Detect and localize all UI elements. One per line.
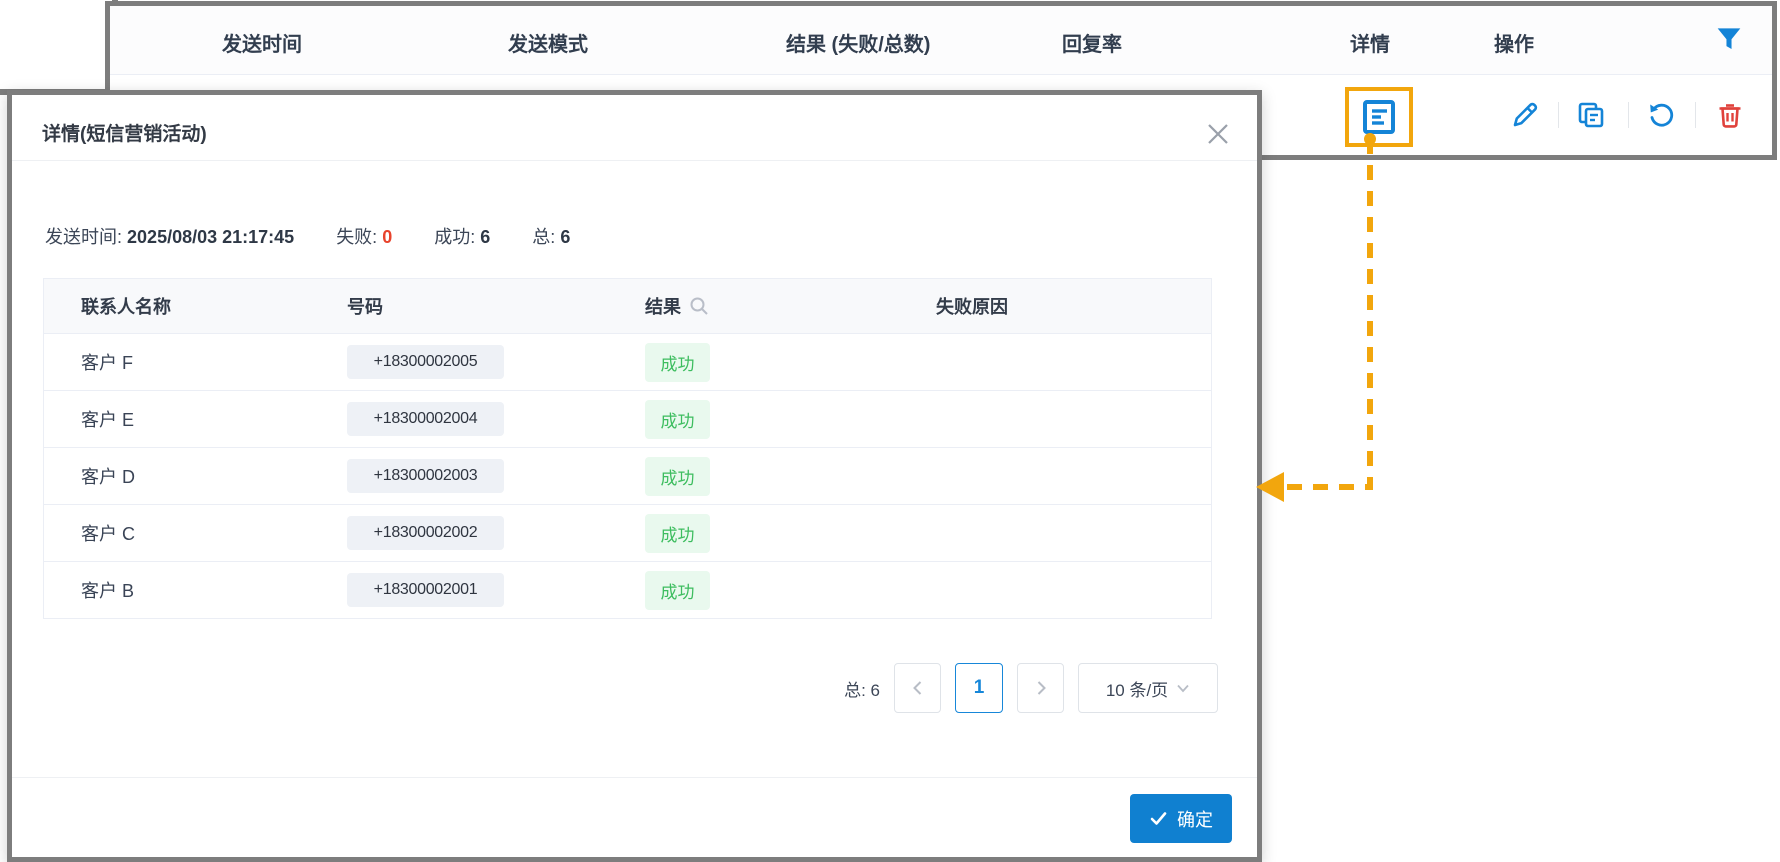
pagination: 总: 6 1 10 条/页 [844, 663, 1218, 713]
result-badge: 成功 [645, 571, 710, 610]
failed-stat: 失败: 0 [336, 223, 392, 249]
col-header-send-time: 发送时间 [222, 28, 302, 57]
failed-label: 失败: [336, 227, 377, 247]
success-value: 6 [480, 227, 490, 247]
background-panel-fragment [0, 0, 118, 95]
action-separator [1628, 102, 1629, 128]
table-row: 客户 D +18300002003 成功 [44, 447, 1211, 504]
col-header-send-mode: 发送模式 [508, 28, 588, 57]
col-header-contact-name: 联系人名称 [44, 293, 314, 319]
contact-name: 客户 F [44, 349, 314, 375]
next-page-button[interactable] [1017, 663, 1064, 713]
phone-number: +18300002005 [347, 345, 504, 379]
col-header-result: 结果 (失败/总数) [786, 28, 930, 57]
modal-header: 详情(短信营销活动) [12, 95, 1257, 161]
pagination-total: 总: 6 [844, 676, 880, 701]
campaign-table-header-row: 发送时间 发送模式 结果 (失败/总数) 回复率 详情 操作 [110, 6, 1772, 75]
result-badge: 成功 [645, 457, 710, 496]
current-page-button[interactable]: 1 [955, 663, 1003, 713]
phone-number: +18300002001 [347, 573, 504, 607]
details-modal: 详情(短信营销活动) 发送时间: 2025/08/03 21:17:45 失败:… [7, 90, 1262, 862]
total-stat: 总: 6 [532, 223, 570, 249]
result-badge: 成功 [645, 400, 710, 439]
col-header-actions: 操作 [1494, 28, 1534, 57]
action-separator [1695, 102, 1696, 128]
chevron-down-icon [1176, 681, 1190, 695]
result-badge: 成功 [645, 343, 710, 382]
success-stat: 成功: 6 [434, 223, 490, 249]
close-x-icon[interactable] [1205, 121, 1231, 147]
filter-funnel-icon[interactable] [1713, 23, 1745, 55]
success-label: 成功: [434, 227, 475, 247]
confirm-button[interactable]: 确定 [1130, 794, 1232, 843]
delete-trash-icon[interactable] [1715, 100, 1745, 130]
contact-name: 客户 E [44, 406, 314, 432]
result-badge: 成功 [645, 514, 710, 553]
send-time-value: 2025/08/03 21:17:45 [127, 227, 294, 247]
contact-name: 客户 D [44, 463, 314, 489]
contact-name: 客户 B [44, 577, 314, 603]
col-header-number: 号码 [314, 293, 612, 319]
prev-page-button[interactable] [894, 663, 941, 713]
contact-name: 客户 C [44, 520, 314, 546]
modal-title: 详情(短信营销活动) [42, 119, 207, 146]
search-icon[interactable] [689, 296, 709, 316]
phone-number: +18300002002 [347, 516, 504, 550]
send-summary-row: 发送时间: 2025/08/03 21:17:45 失败: 0 成功: 6 总:… [45, 223, 612, 249]
table-row: 客户 C +18300002002 成功 [44, 504, 1211, 561]
col-header-fail-reason: 失败原因 [903, 293, 1213, 319]
phone-number: +18300002003 [347, 459, 504, 493]
phone-number: +18300002004 [347, 402, 504, 436]
total-value: 6 [560, 227, 570, 247]
col-header-detail: 详情 [1350, 28, 1390, 57]
table-row: 客户 B +18300002001 成功 [44, 561, 1211, 618]
annotation-dashed-arrow [1252, 130, 1382, 510]
copy-icon[interactable] [1576, 100, 1606, 130]
action-separator [1558, 102, 1559, 128]
failed-value: 0 [382, 227, 392, 247]
confirm-button-label: 确定 [1177, 806, 1213, 832]
check-icon [1149, 809, 1168, 828]
col-header-result: 结果 [612, 293, 903, 319]
contacts-result-table: 联系人名称 号码 结果 失败原因 客户 F +18300002005 成功 客户… [43, 278, 1212, 619]
page-size-select[interactable]: 10 条/页 [1078, 663, 1218, 713]
col-header-reply-rate: 回复率 [1062, 28, 1122, 57]
total-label: 总: [532, 227, 555, 247]
modal-footer: 确定 [12, 777, 1257, 857]
edit-pencil-icon[interactable] [1510, 100, 1540, 130]
page-size-value: 10 条/页 [1106, 676, 1168, 701]
contacts-table-header: 联系人名称 号码 结果 失败原因 [44, 279, 1211, 333]
send-time-stat: 发送时间: 2025/08/03 21:17:45 [45, 223, 294, 249]
table-row: 客户 E +18300002004 成功 [44, 390, 1211, 447]
send-time-label: 发送时间: [45, 227, 122, 247]
table-row: 客户 F +18300002005 成功 [44, 333, 1211, 390]
refresh-icon[interactable] [1646, 100, 1676, 130]
